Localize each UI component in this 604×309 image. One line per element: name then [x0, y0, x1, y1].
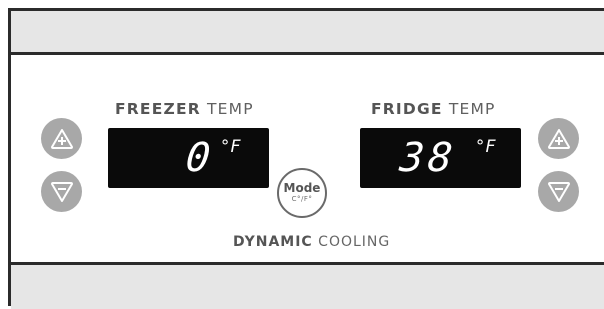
mode-button[interactable]: Mode C°/F°: [277, 168, 327, 218]
top-trim-band: [11, 11, 604, 55]
fridge-temp-label: FRIDGE TEMP: [371, 100, 496, 118]
control-panel: FREEZER TEMP FRIDGE TEMP 0 °F 38 °F Mode…: [8, 8, 604, 309]
freezer-temp-label: FREEZER TEMP: [115, 100, 254, 118]
mode-button-label: Mode: [283, 181, 321, 195]
fridge-increase-button[interactable]: [538, 118, 579, 159]
fridge-temp-value: 38: [397, 135, 459, 181]
plus-triangle-icon: [547, 128, 570, 149]
mode-button-sublabel: C°/F°: [291, 195, 313, 203]
freezer-temp-value: 0: [183, 135, 217, 181]
fridge-label-bold: FRIDGE: [371, 100, 443, 118]
cooling-label-light: COOLING: [318, 234, 391, 250]
fridge-temp-unit: °F: [475, 137, 496, 157]
minus-triangle-icon: [50, 181, 73, 202]
freezer-label-bold: FREEZER: [115, 100, 201, 118]
fridge-label-light: TEMP: [448, 100, 496, 118]
bottom-trim-band: [11, 262, 604, 309]
freezer-decrease-button[interactable]: [41, 171, 82, 212]
freezer-label-light: TEMP: [207, 100, 254, 118]
freezer-temp-unit: °F: [220, 137, 241, 157]
cooling-label-bold: DYNAMIC: [233, 234, 313, 250]
freezer-temp-display: 0 °F: [108, 128, 269, 188]
fridge-temp-display: 38 °F: [360, 128, 521, 188]
freezer-increase-button[interactable]: [41, 118, 82, 159]
minus-triangle-icon: [547, 181, 570, 202]
fridge-decrease-button[interactable]: [538, 171, 579, 212]
plus-triangle-icon: [50, 128, 73, 149]
dynamic-cooling-label: DYNAMIC COOLING: [233, 234, 390, 250]
